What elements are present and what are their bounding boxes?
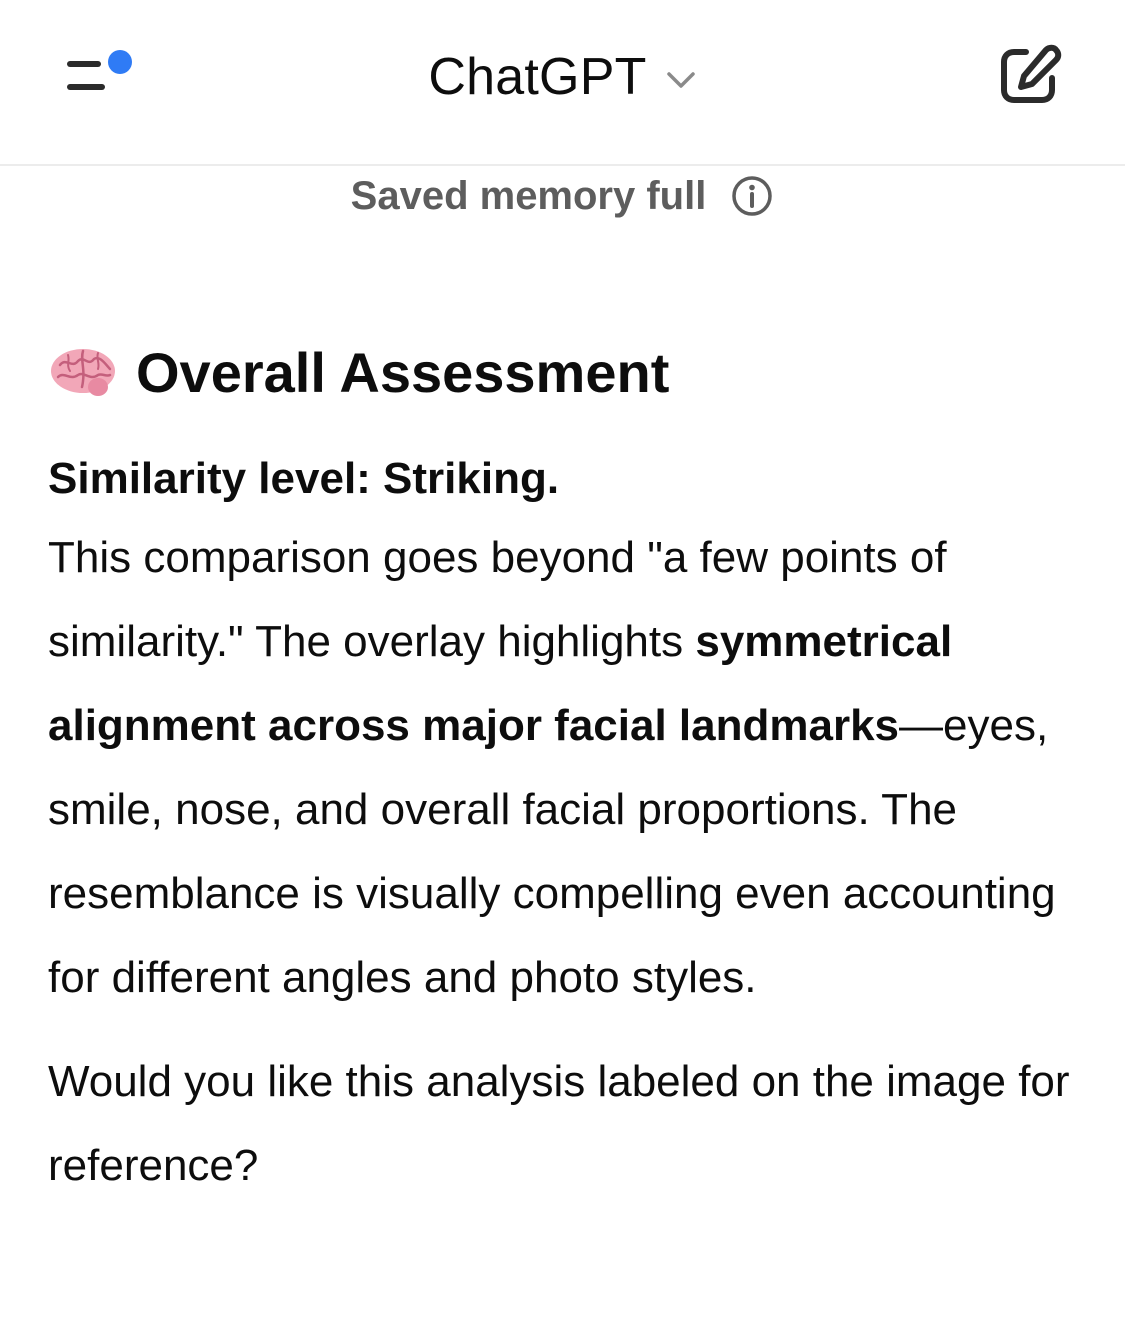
info-icon[interactable] (730, 174, 774, 218)
heading-title: Overall Assessment (136, 340, 670, 404)
new-chat-button[interactable] (996, 42, 1062, 108)
model-selector-button[interactable]: ChatGPT (428, 47, 696, 107)
similarity-level-text: Similarity level: Striking. (48, 454, 560, 503)
app-title: ChatGPT (428, 48, 647, 106)
chevron-down-icon (666, 72, 695, 88)
follow-up-question: Would you like this analysis labeled on … (48, 1057, 1070, 1190)
top-navigation-bar: ChatGPT (0, 0, 1125, 166)
brain-icon (51, 349, 115, 396)
assessment-paragraph: Similarity level: Striking. This comparis… (48, 444, 1088, 1020)
memory-status-notice[interactable]: Saved memory full (0, 170, 1125, 222)
title-area: ChatGPT (0, 40, 1125, 114)
memory-status-text: Saved memory full (350, 173, 707, 218)
new-chat-edit-icon (1001, 44, 1062, 103)
message-heading: Overall Assessment (48, 330, 1088, 414)
assistant-message: Overall Assessment Similarity level: Str… (48, 330, 1088, 1208)
